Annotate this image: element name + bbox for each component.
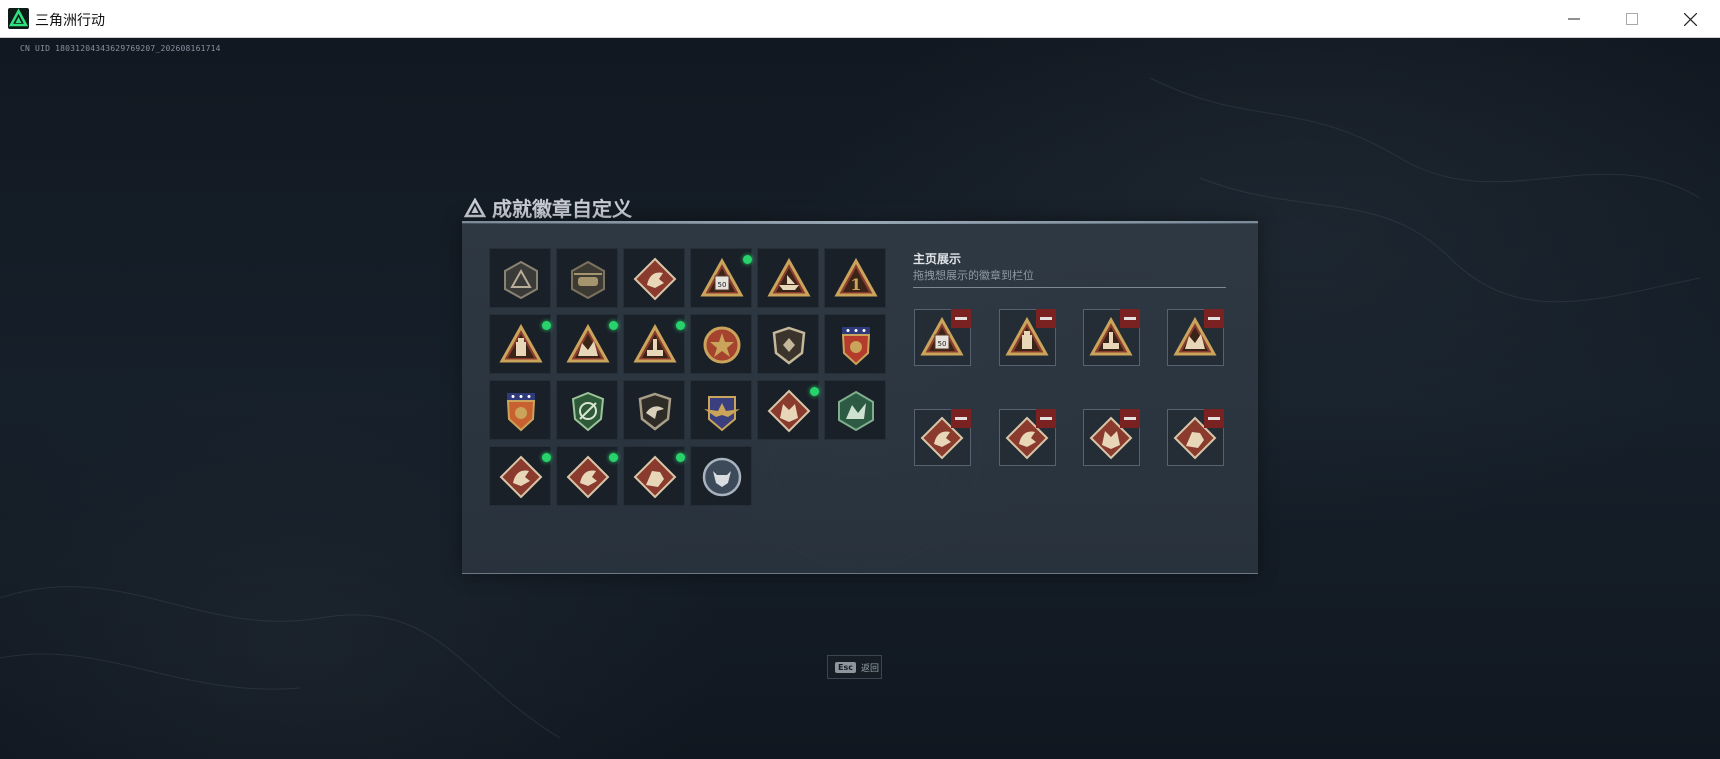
hound-diamond-badge-icon xyxy=(633,455,677,503)
window-titlebar: 三角洲行动 xyxy=(0,0,1720,38)
badge-cell[interactable] xyxy=(623,314,685,374)
new-indicator-dot xyxy=(676,321,685,330)
badge-cell[interactable] xyxy=(623,380,685,440)
remove-badge-button[interactable] xyxy=(1204,309,1224,328)
badge-cell[interactable]: 50 xyxy=(690,248,752,308)
new-indicator-dot xyxy=(609,321,618,330)
badge-cell[interactable] xyxy=(690,446,752,506)
dialog-title: 成就徽章自定义 xyxy=(492,197,632,221)
triangle-number-one-badge-icon: 1 xyxy=(834,257,878,305)
back-button[interactable]: Esc 返回 xyxy=(827,655,882,679)
delta-logo-icon xyxy=(464,197,486,217)
panel-title: 主页展示 xyxy=(913,252,962,266)
svg-text:50: 50 xyxy=(718,281,727,289)
triangle-beast-badge-icon xyxy=(566,323,610,371)
showcase-slot[interactable] xyxy=(1167,309,1224,366)
panel-divider xyxy=(913,287,1226,288)
star-medal-badge-icon xyxy=(700,323,744,371)
star-shield-orange-badge-icon xyxy=(499,389,543,437)
minimize-icon xyxy=(1568,18,1580,20)
wolf-diamond-badge-icon xyxy=(767,389,811,437)
new-indicator-dot xyxy=(542,453,551,462)
panel-subtitle: 拖拽想展示的徽章到栏位 xyxy=(913,269,1034,282)
new-indicator-dot xyxy=(676,453,685,462)
helicopter-badge-icon xyxy=(566,257,610,305)
new-indicator-dot xyxy=(743,255,752,264)
green-beast-hex-badge-icon xyxy=(834,389,878,437)
badge-cell[interactable] xyxy=(757,314,819,374)
minus-icon xyxy=(1040,317,1052,320)
badge-cell[interactable] xyxy=(489,248,551,308)
eagle-shield-badge-icon xyxy=(633,389,677,437)
back-label: 返回 xyxy=(860,663,879,674)
triangle-boat-badge-icon xyxy=(767,257,811,305)
minus-icon xyxy=(955,417,967,420)
remove-badge-button[interactable] xyxy=(1120,309,1140,328)
minus-icon xyxy=(1208,317,1220,320)
badge-cell[interactable] xyxy=(556,380,618,440)
shield-emblem-badge-icon xyxy=(767,323,811,371)
close-icon xyxy=(1683,12,1697,26)
badge-cell[interactable] xyxy=(757,248,819,308)
maximize-button[interactable] xyxy=(1603,0,1661,38)
minimize-button[interactable] xyxy=(1545,0,1603,38)
badge-cell[interactable] xyxy=(690,314,752,374)
badge-cell[interactable] xyxy=(623,446,685,506)
showcase-slot[interactable] xyxy=(914,409,971,466)
minus-icon xyxy=(1208,417,1220,420)
dialog-header: 成就徽章自定义 xyxy=(464,193,632,222)
new-indicator-dot xyxy=(542,321,551,330)
showcase-slot[interactable] xyxy=(999,409,1056,466)
showcase-slot[interactable] xyxy=(999,309,1056,366)
star-shield-red-badge-icon xyxy=(834,323,878,371)
badge-cell[interactable] xyxy=(824,380,886,440)
badge-cell[interactable] xyxy=(690,380,752,440)
minus-icon xyxy=(1124,417,1136,420)
svg-text:50: 50 xyxy=(938,340,947,348)
new-indicator-dot xyxy=(810,387,819,396)
dragon-diamond-badge-icon xyxy=(566,455,610,503)
badge-cell[interactable] xyxy=(489,314,551,374)
remove-badge-button[interactable] xyxy=(951,309,971,328)
remove-badge-button[interactable] xyxy=(951,409,971,428)
badge-cell[interactable]: 1 xyxy=(824,248,886,308)
remove-badge-button[interactable] xyxy=(1120,409,1140,428)
minus-icon xyxy=(1124,317,1136,320)
badge-cell[interactable] xyxy=(757,380,819,440)
triangle-50-badge-icon: 50 xyxy=(700,257,744,305)
app-logo-icon xyxy=(8,8,29,29)
winged-star-badge-icon xyxy=(700,389,744,437)
svg-text:1: 1 xyxy=(850,275,861,294)
close-button[interactable] xyxy=(1661,0,1719,38)
triangle-bottle-badge-icon xyxy=(499,323,543,371)
badge-cell[interactable] xyxy=(556,248,618,308)
remove-badge-button[interactable] xyxy=(1036,409,1056,428)
showcase-slot[interactable]: 50 xyxy=(914,309,971,366)
badge-cell[interactable] xyxy=(556,314,618,374)
esc-key-hint: Esc xyxy=(835,661,856,673)
bull-circle-badge-icon xyxy=(700,455,744,503)
badge-cell[interactable] xyxy=(556,446,618,506)
badge-cell[interactable] xyxy=(824,314,886,374)
new-indicator-dot xyxy=(609,453,618,462)
showcase-slot[interactable] xyxy=(1167,409,1224,466)
remove-badge-button[interactable] xyxy=(1036,309,1056,328)
showcase-slot[interactable] xyxy=(1083,309,1140,366)
window-title: 三角洲行动 xyxy=(35,13,105,29)
minus-icon xyxy=(1040,417,1052,420)
gray-triangle-shield-badge-icon xyxy=(499,257,543,305)
maximize-icon xyxy=(1626,13,1638,25)
player-uid: CN UID 18031204343629769207_202608161714 xyxy=(20,44,221,53)
gold-triangle-crate-badge-icon xyxy=(633,257,677,305)
triangle-tower-badge-icon xyxy=(633,323,677,371)
dragon-diamond-badge-icon xyxy=(499,455,543,503)
remove-badge-button[interactable] xyxy=(1204,409,1224,428)
badge-cell[interactable] xyxy=(489,446,551,506)
green-wreath-badge-icon xyxy=(566,389,610,437)
badge-cell[interactable] xyxy=(489,380,551,440)
showcase-slot[interactable] xyxy=(1083,409,1140,466)
badge-cell[interactable] xyxy=(623,248,685,308)
minus-icon xyxy=(955,317,967,320)
